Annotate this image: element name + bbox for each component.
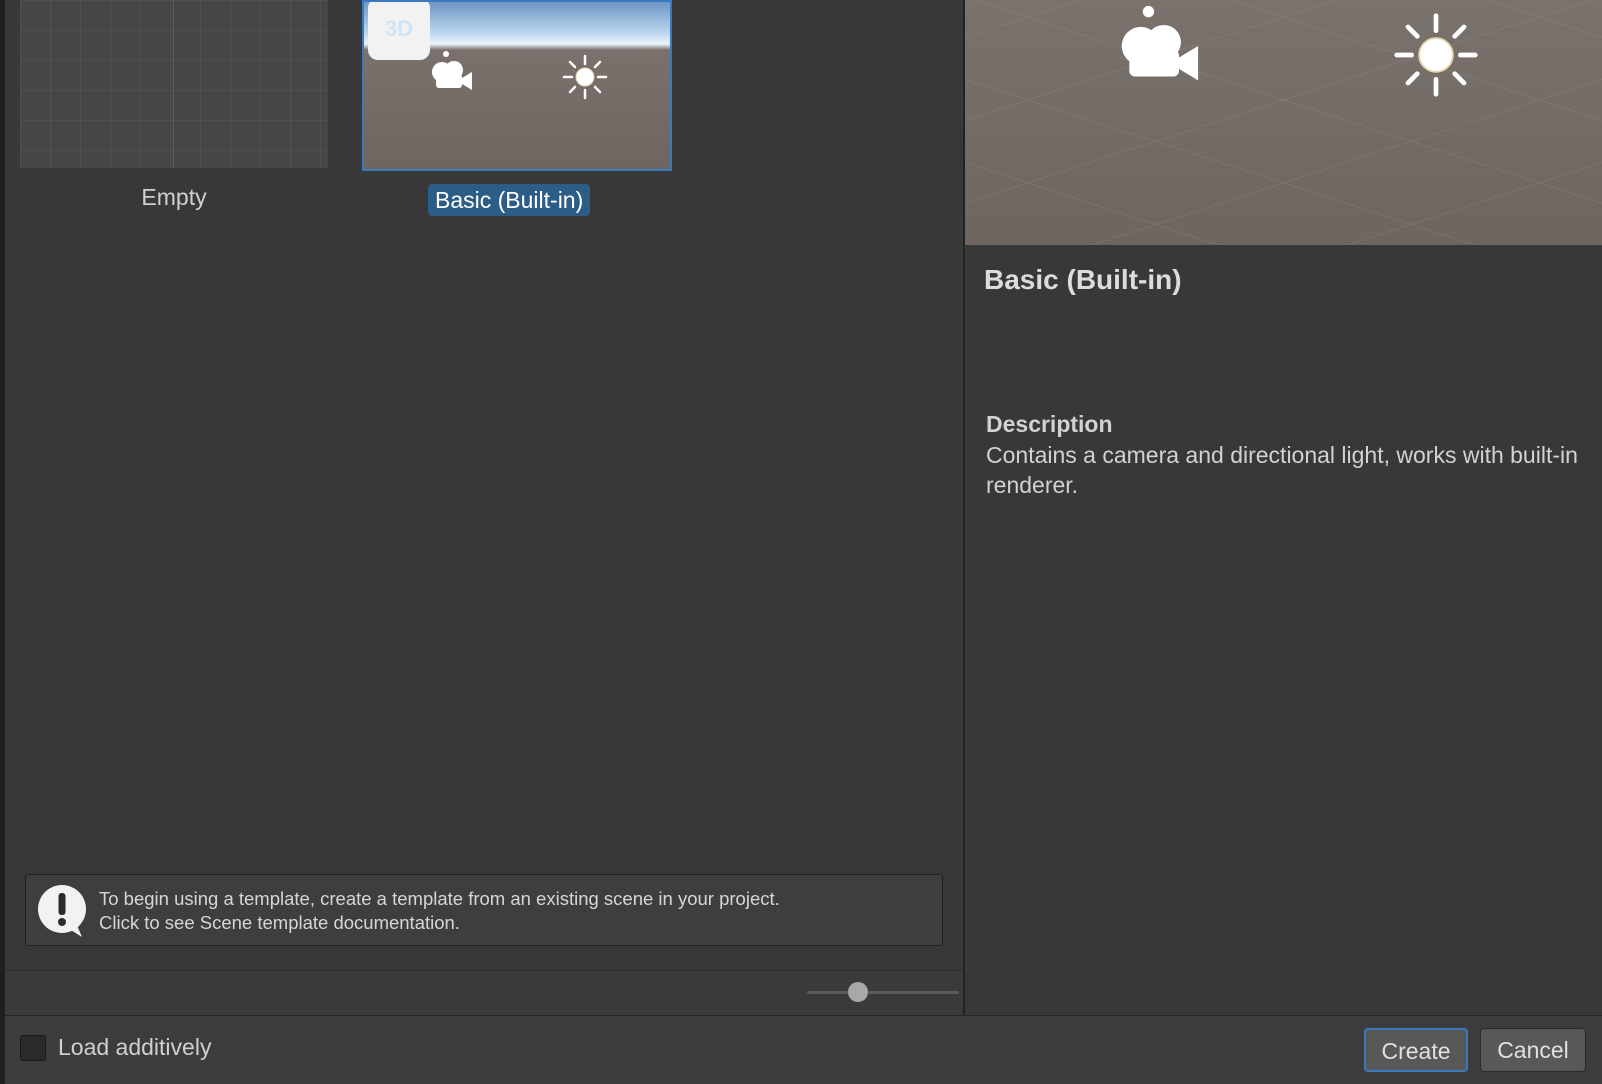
load-additively-checkbox[interactable] xyxy=(20,1035,46,1061)
warning-speech-bubble-icon xyxy=(38,885,86,937)
description-heading: Description xyxy=(986,411,1113,437)
camera-icon xyxy=(432,51,472,90)
sun-icon xyxy=(562,54,608,100)
documentation-notice[interactable]: To begin using a template, create a temp… xyxy=(25,874,943,946)
create-button[interactable]: Create xyxy=(1364,1028,1468,1072)
description-text: Contains a camera and directional light,… xyxy=(986,442,1578,498)
cancel-button[interactable]: Cancel xyxy=(1480,1028,1586,1072)
template-preview-image xyxy=(965,0,1602,245)
3d-badge-icon: 3D xyxy=(368,2,430,60)
template-label-basic[interactable]: Basic (Built-in) xyxy=(428,184,591,216)
notice-text: To begin using a template, create a temp… xyxy=(99,888,780,933)
template-thumbnail-empty[interactable] xyxy=(20,0,328,168)
sun-icon xyxy=(1394,13,1478,97)
load-additively-label[interactable]: Load additively xyxy=(58,1034,211,1061)
footer-bar xyxy=(5,1015,1602,1084)
camera-icon xyxy=(1121,5,1199,81)
template-thumbnail-basic[interactable]: 3D xyxy=(362,0,672,171)
zoom-slider-track[interactable] xyxy=(807,991,959,994)
grid-pattern xyxy=(20,0,328,168)
zoom-slider-handle[interactable] xyxy=(848,982,868,1002)
thumbnail-size-bar xyxy=(5,970,963,1015)
template-label-empty[interactable]: Empty xyxy=(20,184,328,211)
template-title: Basic (Built-in) xyxy=(984,264,1182,295)
preview-floor-grid xyxy=(965,0,1602,245)
grid-axis-line xyxy=(173,0,174,168)
